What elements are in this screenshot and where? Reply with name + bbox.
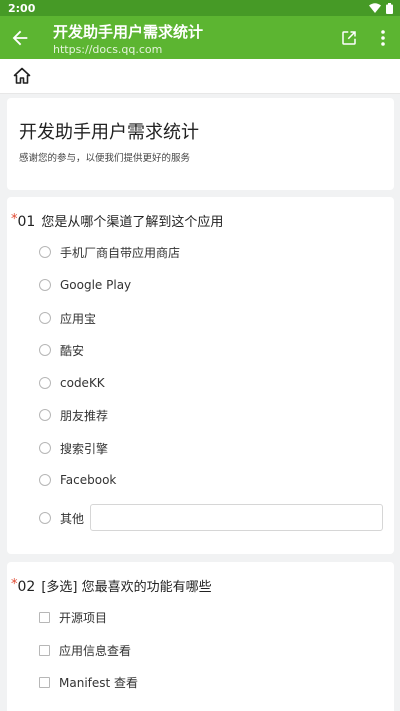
required-marker: * bbox=[11, 577, 18, 592]
question-number: 01 bbox=[17, 214, 36, 230]
checkbox-option[interactable]: 应用信息查看 bbox=[39, 639, 131, 661]
radio-option[interactable]: 搜索引擎 bbox=[39, 437, 108, 459]
back-arrow-icon[interactable] bbox=[9, 27, 31, 49]
radio-button[interactable] bbox=[39, 512, 51, 524]
checkbox[interactable] bbox=[39, 611, 50, 623]
checkbox[interactable] bbox=[39, 644, 50, 656]
option-label: 朋友推荐 bbox=[60, 408, 109, 423]
radio-option[interactable]: 应用宝 bbox=[39, 307, 96, 329]
radio-option-other[interactable]: 其他 bbox=[39, 507, 84, 529]
question-title: *01 您是从哪个渠道了解到这个应用 bbox=[11, 211, 223, 230]
app-bar-url: https://docs.qq.com bbox=[53, 43, 163, 56]
question-number: 02 bbox=[17, 579, 36, 595]
radio-option[interactable]: Facebook bbox=[39, 469, 116, 491]
radio-button[interactable] bbox=[39, 409, 51, 421]
option-label: 搜索引擎 bbox=[60, 441, 109, 456]
option-label: codeKK bbox=[60, 376, 105, 390]
radio-button[interactable] bbox=[39, 474, 51, 486]
question-card-02: *02 [多选] 您最喜欢的功能有哪些 开源项目 应用信息查看 Manifest … bbox=[7, 562, 394, 711]
question-title: *02 [多选] 您最喜欢的功能有哪些 bbox=[11, 576, 212, 595]
app-bar: 开发助手用户需求统计 https://docs.qq.com bbox=[0, 16, 400, 59]
option-label: 酷安 bbox=[60, 343, 85, 358]
status-bar: 2:00 bbox=[0, 0, 400, 16]
share-icon[interactable] bbox=[340, 29, 358, 47]
form-description: 感谢您的参与，以便我们提供更好的服务 bbox=[19, 153, 191, 164]
radio-button[interactable] bbox=[39, 377, 51, 389]
radio-button[interactable] bbox=[39, 312, 51, 324]
radio-button[interactable] bbox=[39, 344, 51, 356]
option-label: 手机厂商自带应用商店 bbox=[60, 245, 181, 260]
form-header-card: 开发助手用户需求统计 感谢您的参与，以便我们提供更好的服务 bbox=[7, 98, 394, 190]
required-marker: * bbox=[11, 212, 18, 227]
radio-button[interactable] bbox=[39, 246, 51, 258]
question-text: [多选] 您最喜欢的功能有哪些 bbox=[41, 580, 212, 595]
status-time: 2:00 bbox=[8, 2, 36, 15]
page-toolbar bbox=[0, 59, 400, 94]
option-label: 应用信息查看 bbox=[59, 643, 132, 658]
app-bar-title: 开发助手用户需求统计 bbox=[53, 23, 204, 41]
option-label: Manifest 查看 bbox=[59, 675, 139, 690]
more-vert-icon[interactable] bbox=[376, 29, 390, 47]
wifi-icon bbox=[369, 3, 381, 13]
radio-option[interactable]: 朋友推荐 bbox=[39, 404, 108, 426]
option-label: 开源项目 bbox=[59, 610, 108, 625]
radio-button[interactable] bbox=[39, 442, 51, 454]
battery-icon bbox=[386, 2, 393, 14]
radio-option[interactable]: Google Play bbox=[39, 274, 131, 296]
home-icon[interactable] bbox=[12, 66, 32, 86]
radio-option[interactable]: codeKK bbox=[39, 372, 105, 394]
checkbox-option[interactable]: 开源项目 bbox=[39, 606, 107, 628]
radio-option[interactable]: 手机厂商自带应用商店 bbox=[39, 241, 180, 263]
other-text-input[interactable] bbox=[90, 504, 383, 531]
checkbox[interactable] bbox=[39, 676, 50, 688]
question-card-01: *01 您是从哪个渠道了解到这个应用 手机厂商自带应用商店 Google Play… bbox=[7, 197, 394, 554]
option-label: Facebook bbox=[60, 473, 117, 487]
form-title: 开发助手用户需求统计 bbox=[19, 122, 199, 143]
option-label: Google Play bbox=[60, 278, 132, 292]
option-label: 应用宝 bbox=[60, 311, 97, 326]
radio-option[interactable]: 酷安 bbox=[39, 339, 84, 361]
question-text: 您是从哪个渠道了解到这个应用 bbox=[41, 215, 224, 230]
option-label: 其他 bbox=[60, 511, 85, 526]
radio-button[interactable] bbox=[39, 279, 51, 291]
checkbox-option[interactable]: Manifest 查看 bbox=[39, 671, 138, 693]
